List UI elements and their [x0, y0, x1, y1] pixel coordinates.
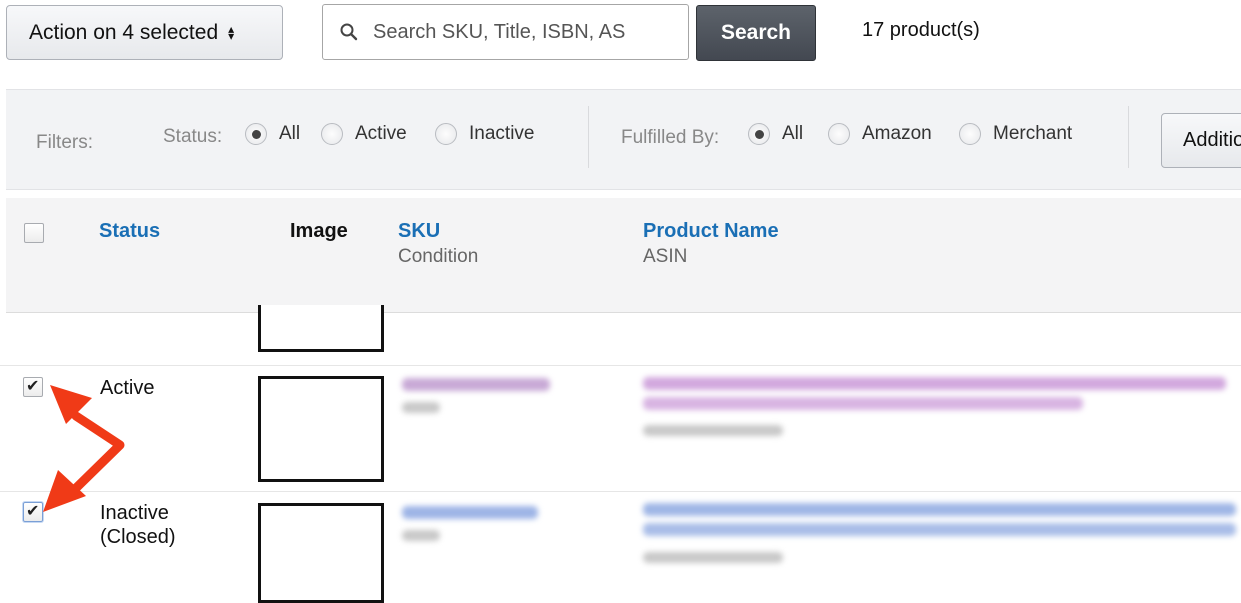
sku-link-redacted[interactable]: [402, 378, 550, 391]
table-header: Status Image SKU Condition Product Name …: [6, 198, 1241, 313]
product-image-thumbnail[interactable]: [258, 376, 384, 482]
radio-selected-icon[interactable]: [245, 123, 267, 145]
asin-redacted: [643, 425, 783, 436]
product-image-thumbnail[interactable]: [258, 305, 384, 352]
filter-bar: Filters: Status: All Active Inactive Ful…: [6, 89, 1241, 190]
row-status-line: (Closed): [100, 526, 176, 548]
status-filter-inactive[interactable]: Inactive: [435, 123, 534, 145]
search-button[interactable]: Search: [696, 5, 816, 61]
arrow-head-up-icon: [50, 385, 92, 424]
status-option-label: Active: [355, 123, 407, 144]
search-input[interactable]: [371, 19, 671, 45]
asin-subheader: ASIN: [643, 246, 688, 267]
filter-divider: [1128, 106, 1129, 168]
status-filter-all[interactable]: All: [245, 123, 300, 145]
product-image-thumbnail[interactable]: [258, 503, 384, 603]
condition-subheader: Condition: [398, 246, 479, 267]
product-name-column-header[interactable]: Product Name: [643, 220, 779, 243]
product-name-link-redacted[interactable]: [643, 377, 1226, 390]
row-status-line: Inactive: [100, 502, 169, 524]
select-all-checkbox[interactable]: [24, 223, 44, 243]
row-status: Inactive (Closed): [100, 501, 176, 549]
fulfilled-filter-all[interactable]: All: [748, 123, 803, 145]
fulfilled-filter-merchant[interactable]: Merchant: [959, 123, 1072, 145]
status-option-label: Inactive: [469, 123, 535, 144]
filters-label: Filters:: [36, 132, 93, 153]
product-name-link-redacted[interactable]: [643, 523, 1236, 536]
radio-icon[interactable]: [321, 123, 343, 145]
condition-redacted: [402, 530, 440, 541]
bulk-action-dropdown[interactable]: Action on 4 selected ▴ ▾: [6, 5, 283, 60]
bulk-action-label: Action on 4 selected: [29, 20, 219, 44]
fulfilled-by-label: Fulfilled By:: [621, 127, 720, 148]
product-count: 17 product(s): [862, 19, 980, 41]
product-name-link-redacted[interactable]: [643, 397, 1083, 410]
fulfilled-option-label: Amazon: [862, 123, 932, 144]
row-checkbox[interactable]: [23, 376, 43, 397]
condition-redacted: [402, 402, 440, 413]
radio-selected-icon[interactable]: [748, 123, 770, 145]
updown-chevron-icon: ▴ ▾: [228, 21, 235, 43]
search-icon: [340, 23, 358, 41]
status-column-header[interactable]: Status: [99, 220, 160, 243]
radio-icon[interactable]: [828, 123, 850, 145]
additional-filters-button[interactable]: Additional: [1161, 113, 1241, 168]
row-divider: [0, 491, 1241, 492]
radio-icon[interactable]: [435, 123, 457, 145]
row-checkbox[interactable]: [23, 501, 43, 522]
fulfilled-filter-amazon[interactable]: Amazon: [828, 123, 932, 145]
fulfilled-option-label: Merchant: [993, 123, 1073, 144]
asin-redacted: [643, 552, 783, 563]
row-status: Active: [100, 377, 155, 399]
fulfilled-option-label: All: [782, 123, 804, 144]
search-field[interactable]: [322, 4, 689, 60]
status-filter-active[interactable]: Active: [321, 123, 407, 145]
radio-icon[interactable]: [959, 123, 981, 145]
sku-column-header[interactable]: SKU: [398, 220, 440, 243]
status-filter-label: Status:: [163, 126, 223, 147]
image-column-header: Image: [290, 220, 348, 242]
row-divider: [0, 365, 1241, 366]
sku-link-redacted[interactable]: [402, 506, 538, 519]
product-name-link-redacted[interactable]: [643, 503, 1236, 516]
status-option-label: All: [279, 123, 301, 144]
filter-divider: [588, 106, 589, 168]
red-arrow-icon: [67, 411, 125, 497]
